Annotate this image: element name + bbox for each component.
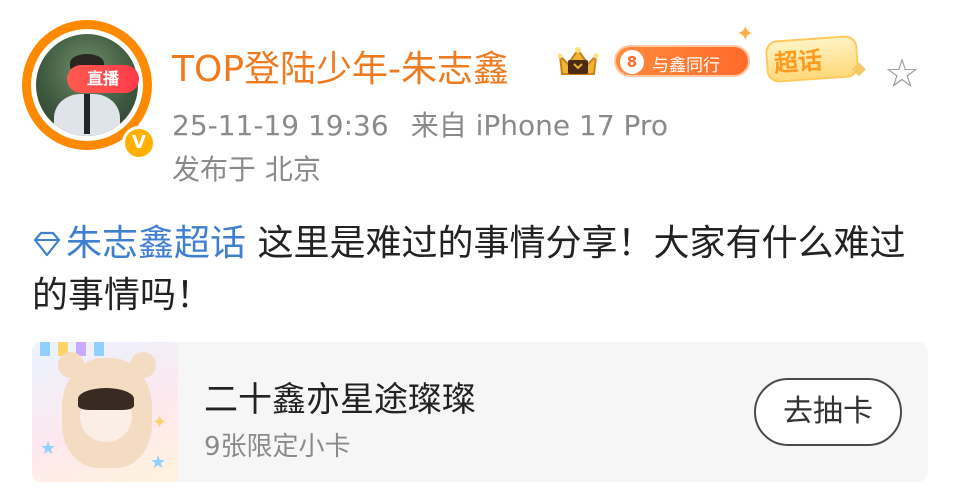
fan-club-badge[interactable]: 8 与鑫同行 — [614, 45, 750, 77]
card-draw-card[interactable]: ★ ★ ✦ 二十鑫亦星途璨璨 9张限定小卡 去抽卡 — [32, 342, 928, 482]
sparkle-icon: ✦ — [736, 22, 755, 47]
draw-card-button[interactable]: 去抽卡 — [754, 378, 902, 446]
author-name[interactable]: TOP登陆少年-朱志鑫 — [172, 40, 509, 92]
post-time: 25-11-19 19:36 — [172, 109, 389, 142]
avatar[interactable]: 直播 V — [22, 20, 156, 160]
gem-icon: ◆ — [852, 58, 866, 79]
post-content: 朱志鑫超话 这里是难过的事情分享！大家有什么难过的事情吗！ — [32, 218, 932, 322]
card-title: 二十鑫亦星途璨璨 — [204, 380, 476, 420]
diamond-icon — [33, 231, 61, 257]
card-subtitle: 9张限定小卡 — [204, 432, 351, 462]
crown-icon[interactable] — [554, 42, 602, 80]
fan-badge-level: 8 — [620, 50, 644, 74]
post-location: 发布于 北京 — [172, 153, 321, 186]
topic-name: 朱志鑫超话 — [66, 223, 247, 264]
fan-badge-label: 与鑫同行 — [652, 56, 720, 76]
live-badge[interactable]: 直播 — [67, 65, 139, 93]
weibo-post: 直播 V TOP登陆少年-朱志鑫 8 与鑫同行 ✦ 超话 ◆ ☆ 25-11-1… — [0, 0, 960, 492]
verified-icon: V — [122, 126, 156, 160]
post-meta: 25-11-19 19:36 来自 iPhone 17 Pro — [172, 104, 668, 144]
post-source: 来自 iPhone 17 Pro — [410, 109, 668, 142]
chaohua-label: 超话 — [773, 46, 824, 78]
card-thumbnail: ★ ★ ✦ — [32, 342, 178, 482]
star-icon[interactable]: ☆ — [880, 52, 924, 96]
chaohua-badge[interactable]: 超话 — [760, 32, 866, 84]
topic-link[interactable]: 朱志鑫超话 — [32, 223, 246, 264]
